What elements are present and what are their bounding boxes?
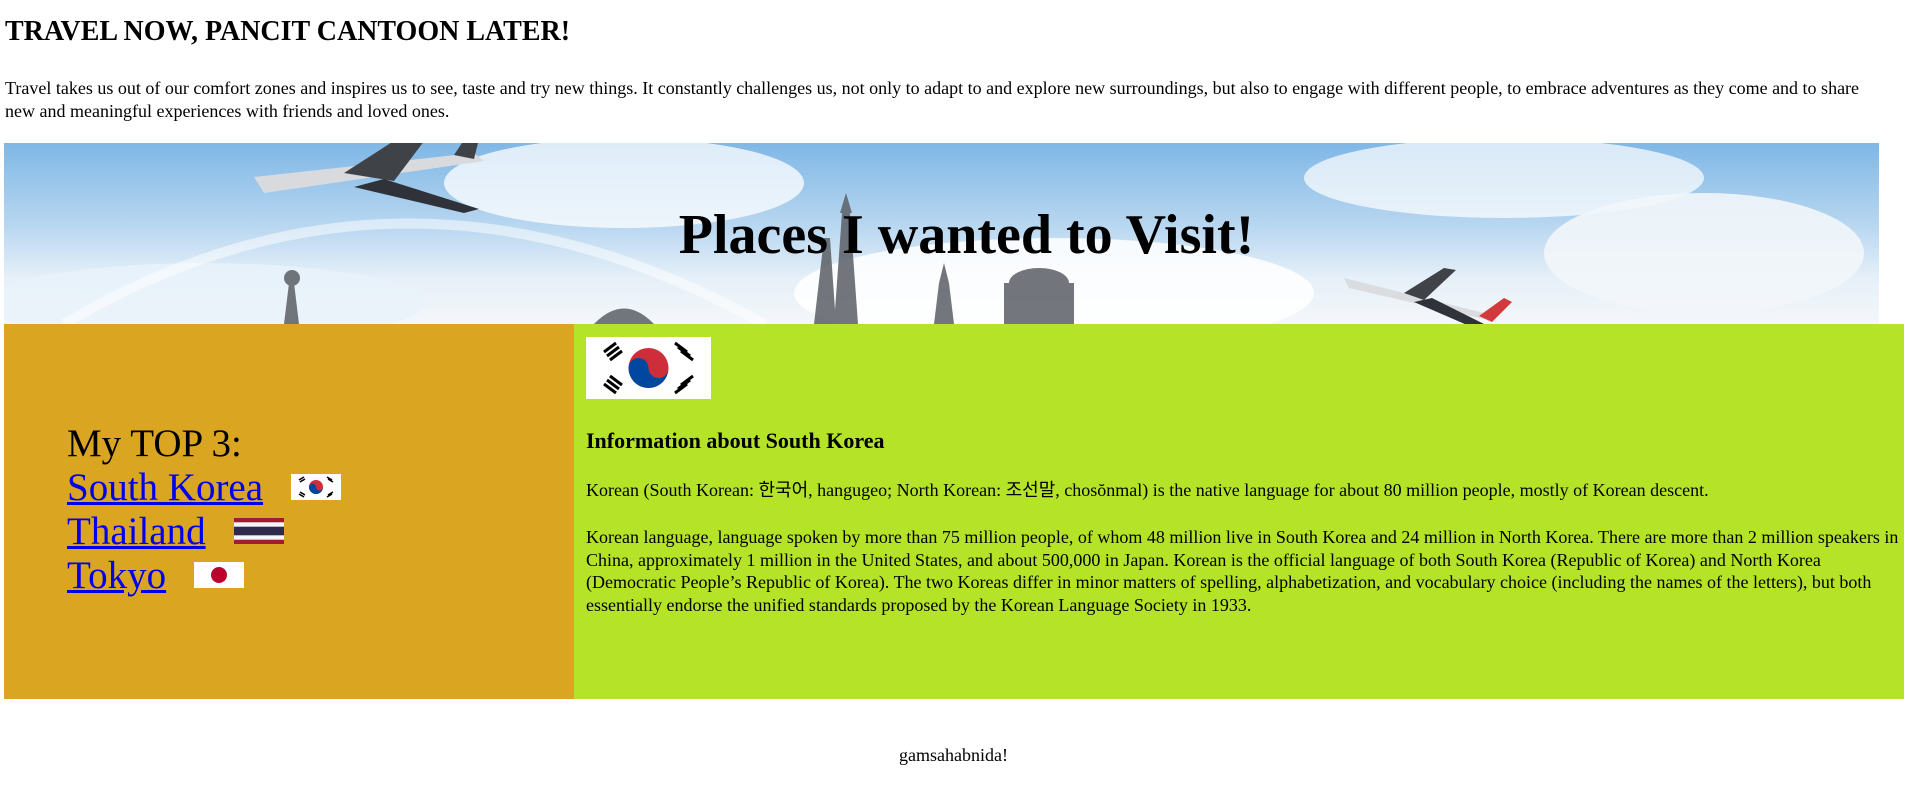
south-korea-link[interactable]: South Korea	[67, 466, 263, 510]
footer-text: gamsahabnida!	[899, 745, 1008, 765]
top3-list: My TOP 3: South Korea Thailand Tokyo	[67, 422, 342, 598]
banner-title: Places I wanted to Visit!	[678, 204, 1255, 266]
top3-item-tokyo: Tokyo	[67, 554, 341, 598]
intro-paragraph: Travel takes us out of our comfort zones…	[5, 78, 1860, 121]
info-paragraph-2: Korean language, language spoken by more…	[586, 527, 1899, 615]
banner: Places I wanted to Visit!	[4, 143, 1879, 324]
top3-heading: My TOP 3:	[67, 422, 242, 465]
page-title: TRAVEL NOW, PANCIT CANTOON LATER!	[5, 16, 571, 47]
south-korea-flag-icon	[586, 337, 711, 404]
tokyo-link[interactable]: Tokyo	[67, 554, 166, 598]
thailand-flag-icon	[233, 510, 284, 554]
info-heading: Information about South Korea	[586, 428, 885, 453]
top3-panel: My TOP 3: South Korea Thailand Tokyo	[4, 324, 574, 699]
info-panel: Information about South Korea Korean (So…	[574, 324, 1904, 699]
thailand-link[interactable]: Thailand	[67, 510, 206, 554]
japan-flag-icon	[194, 554, 245, 598]
info-paragraph-1: Korean (South Korean: 한국어, hangugeo; Nor…	[586, 480, 1709, 500]
top3-item-south-korea: South Korea	[67, 466, 342, 510]
top3-item-thailand: Thailand	[67, 510, 341, 554]
south-korea-flag-icon	[291, 466, 342, 510]
